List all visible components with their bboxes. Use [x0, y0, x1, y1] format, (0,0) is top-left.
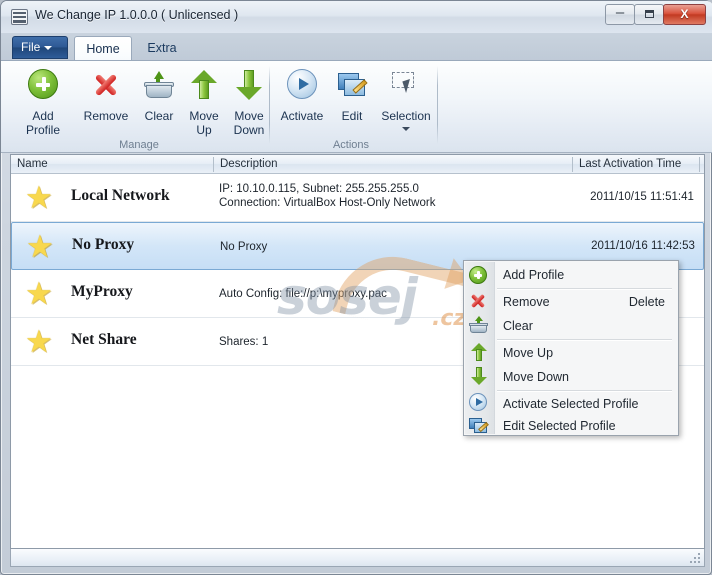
ribbon-group-divider-2	[437, 66, 438, 144]
profile-name: No Proxy	[72, 236, 135, 253]
profile-last-activation: 2011/10/16 11:42:53	[591, 240, 695, 252]
menu-item-edit-selected-profile[interactable]: Edit Selected Profile	[495, 414, 677, 438]
chevron-down-icon	[44, 45, 53, 50]
list-column-header: Name Description Last Activation Time	[11, 155, 704, 174]
move-up-label-2: Up	[196, 123, 212, 137]
menu-item-clear-label: Clear	[503, 319, 533, 333]
move-down-icon	[469, 366, 489, 386]
add-profile-label-1: Add	[32, 109, 54, 123]
table-row[interactable]: ★ Local Network IP: 10.10.0.115, Subnet:…	[11, 174, 704, 222]
app-keyboard-icon[interactable]	[11, 9, 28, 25]
tab-extra-label: Extra	[147, 41, 177, 55]
ribbon-group-actions: Activate Edit Selection Actions	[273, 61, 431, 153]
activate-label: Activate	[280, 109, 324, 123]
remove-icon	[469, 292, 489, 312]
file-menu-button[interactable]: File	[12, 36, 68, 59]
column-header-description[interactable]: Description	[214, 155, 572, 173]
clear-label: Clear	[144, 109, 174, 123]
menu-item-clear[interactable]: Clear	[495, 314, 677, 338]
selection-label: Selection	[381, 109, 431, 123]
menu-item-remove-shortcut: Delete	[628, 295, 665, 309]
ribbon-group-actions-label: Actions	[332, 139, 370, 151]
title-bar[interactable]: We Change IP 1.0.0.0 ( Unlicensed ) – X	[1, 1, 712, 33]
ribbon: Add Profile Remove Clear Move Up Move Do…	[1, 60, 712, 153]
edit-icon	[336, 69, 368, 101]
menu-item-move-down-label: Move Down	[503, 370, 569, 384]
move-up-icon	[188, 69, 220, 101]
profile-description: IP: 10.10.0.115, Subnet: 255.255.255.0 C…	[219, 182, 435, 210]
profile-description: Auto Config: file://p:\myproxy.pac	[219, 288, 387, 300]
profile-last-activation: 2011/10/15 11:51:41	[590, 191, 694, 203]
tab-home-label: Home	[86, 42, 120, 56]
close-button[interactable]: X	[663, 4, 706, 25]
ribbon-group-manage: Add Profile Remove Clear Move Up Move Do…	[11, 61, 267, 153]
column-header-name[interactable]: Name	[11, 155, 213, 173]
minimize-button[interactable]: –	[605, 4, 635, 25]
minimize-icon: –	[615, 4, 625, 21]
clear-icon	[469, 315, 489, 335]
column-header-last-activation[interactable]: Last Activation Time	[573, 155, 699, 173]
chevron-down-icon[interactable]	[402, 127, 410, 131]
activate-icon	[469, 393, 487, 411]
status-bar	[10, 549, 705, 567]
add-profile-icon	[28, 69, 58, 99]
star-icon: ★	[25, 276, 53, 311]
menu-item-move-up-label: Move Up	[503, 346, 554, 360]
ribbon-group-manage-label: Manage	[119, 139, 159, 151]
file-tab-label: File	[21, 40, 41, 54]
tab-home[interactable]: Home	[74, 36, 132, 61]
context-menu: Add Profile Remove Delete Clear Move Up	[463, 260, 679, 436]
profile-description-line1: IP: 10.10.0.115, Subnet: 255.255.255.0	[219, 183, 419, 195]
edit-icon	[469, 416, 489, 436]
add-profile-label-2: Profile	[25, 123, 60, 137]
profile-name: Net Share	[71, 331, 137, 348]
move-down-label-2: Down	[233, 123, 265, 137]
menu-item-move-up[interactable]: Move Up	[495, 341, 677, 365]
application-window: We Change IP 1.0.0.0 ( Unlicensed ) – X …	[0, 0, 712, 575]
resize-grip[interactable]	[690, 553, 701, 564]
clear-icon	[143, 69, 175, 101]
move-down-label-1: Move	[234, 109, 264, 123]
remove-icon	[90, 69, 122, 101]
maximize-button[interactable]	[634, 4, 664, 25]
selection-icon	[390, 69, 422, 101]
edit-label: Edit	[341, 109, 363, 123]
add-profile-icon	[469, 266, 487, 284]
profile-description: No Proxy	[220, 241, 268, 253]
star-icon: ★	[26, 229, 54, 264]
menu-item-add-profile[interactable]: Add Profile	[495, 263, 677, 287]
window-title: We Change IP 1.0.0.0 ( Unlicensed )	[35, 8, 239, 22]
star-icon: ★	[25, 180, 53, 215]
menu-item-move-down[interactable]: Move Down	[495, 365, 677, 389]
menu-item-add-profile-label: Add Profile	[503, 268, 565, 282]
menu-item-activate-label: Activate Selected Profile	[503, 397, 639, 411]
menu-item-activate-selected-profile[interactable]: Activate Selected Profile	[495, 392, 677, 416]
ribbon-tab-strip: File Home Extra Search... ?	[1, 33, 712, 91]
star-icon: ★	[25, 324, 53, 359]
tab-extra[interactable]: Extra	[134, 36, 190, 61]
profile-description: Shares: 1	[219, 336, 269, 348]
move-up-label-1: Move	[189, 109, 219, 123]
column-divider-3[interactable]	[699, 157, 700, 172]
maximize-icon	[645, 10, 654, 18]
menu-item-remove[interactable]: Remove Delete	[495, 290, 677, 314]
move-down-icon	[233, 69, 265, 101]
profile-name: MyProxy	[71, 283, 133, 300]
activate-icon	[287, 69, 317, 99]
profile-name: Local Network	[71, 187, 170, 204]
move-up-icon	[469, 342, 489, 362]
remove-label: Remove	[83, 109, 129, 123]
menu-item-remove-label: Remove	[503, 295, 550, 309]
profile-description-line2: Connection: VirtualBox Host-Only Network	[219, 197, 436, 209]
menu-item-edit-label: Edit Selected Profile	[503, 419, 616, 433]
ribbon-group-divider	[269, 66, 270, 144]
close-icon: X	[680, 7, 689, 21]
